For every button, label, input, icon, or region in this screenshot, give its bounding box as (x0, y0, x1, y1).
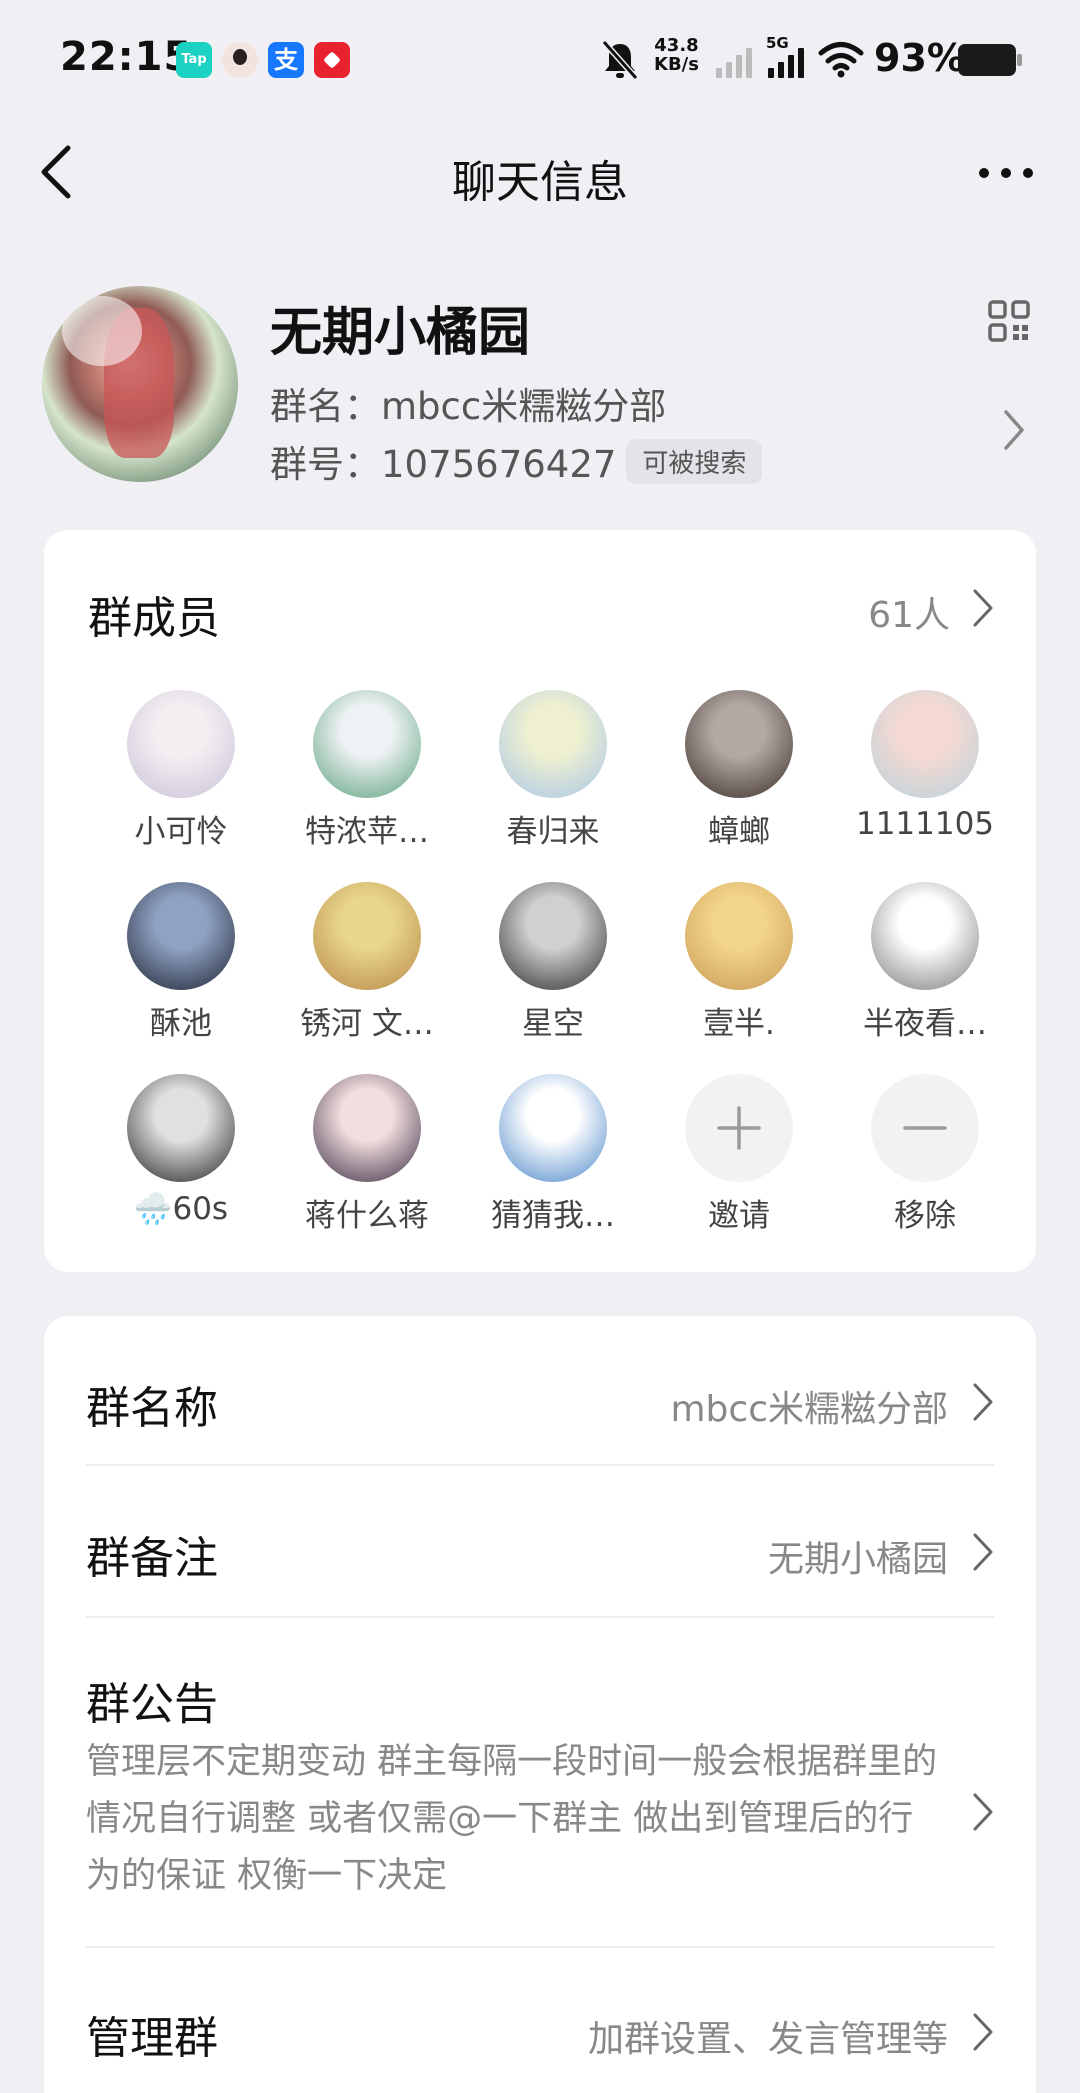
divider (86, 1616, 994, 1618)
minus-icon (871, 1074, 979, 1182)
member-avatar (685, 690, 793, 798)
group-name-value: mbcc米糯糍分部 (670, 1389, 948, 1430)
signal-icon (768, 48, 804, 78)
signal-icon (716, 48, 752, 78)
group-name-label: 群名称 (86, 1383, 218, 1434)
chevron-right-icon (973, 1793, 993, 1831)
group-remark-label: 群备注 (86, 1533, 218, 1584)
member-item[interactable]: 1111105 (832, 690, 1018, 870)
admin-value: 加群设置、发言管理等 (587, 2019, 948, 2060)
members-card: 群成员 61人 小可怜 特浓苹… 春归来 蟑螂 1111105 酥池 锈河 文… 星空 壹半. 半… (44, 530, 1036, 1272)
chevron-right-icon[interactable] (1002, 408, 1026, 452)
wifi-icon (818, 42, 864, 78)
member-avatar (313, 882, 421, 990)
member-name: 酥池 (150, 1006, 212, 1042)
divider (86, 1946, 994, 1948)
alipay-icon: 支 (268, 42, 304, 78)
group-remark-value: 无期小橘园 (767, 1539, 948, 1580)
member-name: 锈河 文… (300, 1006, 434, 1042)
member-avatar (127, 690, 235, 798)
bell-off-icon (601, 40, 639, 80)
member-item[interactable]: 小可怜 (88, 690, 274, 870)
network-speed: 43.8 KB/s (654, 36, 699, 74)
announcement-row[interactable]: 群公告 管理层不定期变动 群主每隔一段时间一般会根据群里的情况自行调整 或者仅需… (86, 1662, 994, 1912)
remove-label: 移除 (894, 1198, 956, 1234)
member-item[interactable]: 酥池 (88, 882, 274, 1062)
member-name: 半夜看… (863, 1006, 987, 1042)
speed-value: 43.8 (654, 35, 699, 56)
member-avatar (499, 882, 607, 990)
chevron-right-icon (973, 2013, 993, 2051)
member-name: 星空 (522, 1006, 584, 1042)
member-name: 1111105 (855, 806, 995, 842)
remove-member-button[interactable]: 移除 (832, 1074, 1018, 1254)
member-avatar (685, 882, 793, 990)
battery-percent: 93% (874, 36, 965, 80)
member-item[interactable]: 星空 (460, 882, 646, 1062)
member-item[interactable]: 蟑螂 (646, 690, 832, 870)
group-profile-header[interactable]: 无期小橘园 群名：mbcc米糯糍分部 群号：1075676427 可被搜索 (0, 270, 1080, 500)
invite-member-button[interactable]: 邀请 (646, 1074, 832, 1254)
group-id-line: 群号：1075676427 可被搜索 (270, 434, 763, 488)
group-name-row[interactable]: 群名称 mbcc米糯糍分部 (86, 1366, 994, 1436)
member-item[interactable]: 壹半. (646, 882, 832, 1062)
member-name: 🌧️60s (133, 1191, 229, 1227)
group-remark-row[interactable]: 群备注 无期小橘园 (86, 1516, 994, 1586)
member-avatar (313, 1074, 421, 1182)
invite-label: 邀请 (708, 1198, 770, 1234)
group-name-label: 群名： (270, 385, 381, 428)
member-avatar (313, 690, 421, 798)
member-name: 小可怜 (134, 814, 228, 850)
group-name-value: mbcc米糯糍分部 (381, 385, 667, 428)
member-item[interactable]: 春归来 (460, 690, 646, 870)
member-item[interactable]: 🌧️60s (88, 1074, 274, 1254)
red-app-icon (314, 42, 350, 78)
announcement-label: 群公告 (86, 1679, 218, 1730)
member-avatar (127, 882, 235, 990)
member-name: 壹半. (703, 1006, 775, 1042)
qr-code-icon[interactable] (988, 300, 1030, 342)
battery-icon (958, 44, 1022, 76)
member-avatar (871, 882, 979, 990)
chevron-right-icon[interactable] (972, 588, 994, 628)
member-item[interactable]: 猜猜我… (460, 1074, 646, 1254)
searchable-badge: 可被搜索 (626, 439, 763, 484)
divider (86, 1464, 994, 1466)
member-name: 猜猜我… (491, 1198, 615, 1234)
group-avatar[interactable] (42, 286, 238, 482)
member-avatar (127, 1074, 235, 1182)
member-item[interactable]: 锈河 文… (274, 882, 460, 1062)
tap-app-icon: Tap (176, 42, 212, 78)
members-count[interactable]: 61人 (868, 586, 950, 638)
group-title: 无期小橘园 (270, 303, 531, 363)
settings-card: 群名称 mbcc米糯糍分部 群备注 无期小橘园 群公告 管理层不定期变动 群主每… (44, 1316, 1036, 2093)
more-dots-icon[interactable] (976, 158, 1036, 188)
group-id-label: 群号： (270, 443, 381, 486)
member-item[interactable]: 半夜看… (832, 882, 1018, 1062)
announcement-text: 管理层不定期变动 群主每隔一段时间一般会根据群里的情况自行调整 或者仅需@一下群… (86, 1742, 938, 1896)
group-name-line: 群名：mbcc米糯糍分部 (270, 376, 666, 430)
member-avatar (499, 690, 607, 798)
admin-row[interactable]: 管理群 加群设置、发言管理等 (86, 1996, 994, 2066)
avatar-app-icon (222, 42, 258, 78)
group-id-value: 1075676427 (381, 443, 617, 486)
speed-unit: KB/s (654, 54, 699, 75)
plus-icon (685, 1074, 793, 1182)
status-bar: 22:15 Tap 支 43.8 KB/s 5G 93% (0, 0, 1080, 118)
member-item[interactable]: 蒋什么蒋 (274, 1074, 460, 1254)
chevron-right-icon (973, 1533, 993, 1571)
chevron-right-icon (973, 1383, 993, 1421)
member-avatar (871, 690, 979, 798)
member-name: 春归来 (506, 814, 600, 850)
page-title: 聊天信息 (452, 157, 628, 208)
status-time: 22:15 (60, 34, 193, 80)
admin-label: 管理群 (86, 2013, 218, 2064)
member-avatar (499, 1074, 607, 1182)
member-item[interactable]: 特浓苹… (274, 690, 460, 870)
member-name: 特浓苹… (305, 814, 429, 850)
members-title: 群成员 (88, 593, 220, 644)
member-name: 蟑螂 (708, 814, 770, 850)
nav-bar: 聊天信息 (0, 118, 1080, 228)
member-name: 蒋什么蒋 (305, 1198, 429, 1234)
